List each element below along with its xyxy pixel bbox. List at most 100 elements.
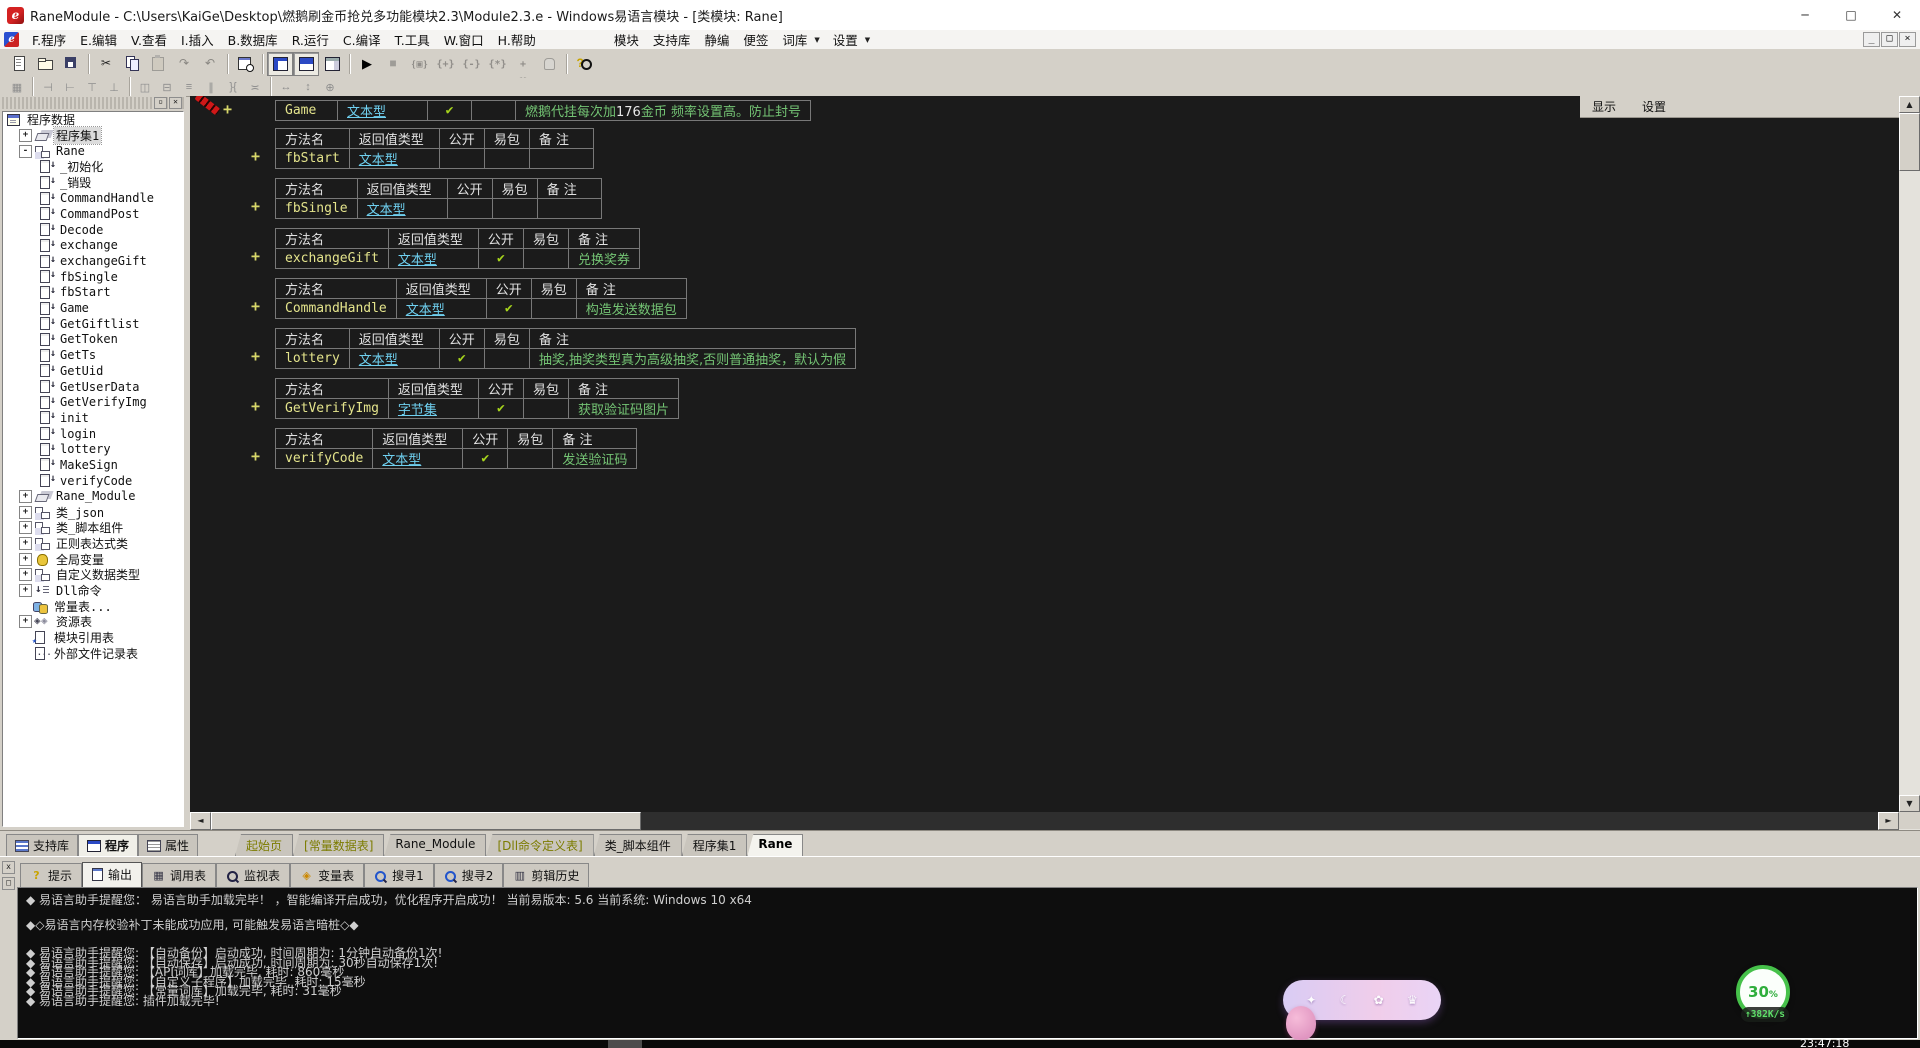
public-flag-cell[interactable]: ✔ — [485, 298, 532, 319]
tree-item[interactable]: fbStart — [3, 285, 183, 301]
output-tab[interactable]: ? 提示 — [20, 863, 83, 887]
return-type-cell[interactable]: 文本型 — [356, 198, 448, 219]
public-flag-cell[interactable] — [446, 198, 493, 219]
copy-icon[interactable] — [119, 52, 145, 76]
tree-item[interactable]: + 类_脚本组件 — [3, 520, 183, 536]
tree-item[interactable]: CommandPost — [3, 206, 183, 222]
comment-cell[interactable]: 抽奖,抽奖类型真为高级抽奖,否则普通抽奖，默认为假 — [528, 348, 857, 369]
snap-bottom-icon[interactable]: ⊥ — [103, 80, 125, 95]
center-v-icon[interactable]: ⊟ — [156, 80, 178, 95]
tree-item[interactable]: CommandHandle — [3, 190, 183, 206]
scroll-up-icon[interactable]: ▲ — [1899, 96, 1920, 113]
tree-item[interactable]: GetUid — [3, 363, 183, 379]
run-icon[interactable] — [354, 52, 380, 76]
tree-item[interactable]: fbSingle — [3, 269, 183, 285]
tree-item[interactable]: 模块引用表 — [3, 630, 183, 646]
tree-item[interactable]: + 类_json — [3, 504, 183, 520]
mdi-close-button[interactable]: × — [1899, 32, 1916, 47]
tree-item[interactable]: GetTs — [3, 347, 183, 363]
method-name-cell[interactable]: lottery — [275, 348, 350, 369]
output-close-icon[interactable]: x — [2, 861, 15, 874]
add-parameter-button[interactable]: + — [251, 449, 260, 464]
epackage-flag-cell[interactable] — [483, 348, 530, 369]
open-icon[interactable] — [32, 52, 58, 76]
tree-toggle-icon[interactable]: + — [19, 129, 32, 143]
menu-item[interactable]: V.查看 — [124, 29, 174, 50]
add-parameter-button[interactable]: + — [251, 399, 260, 414]
output-tab[interactable]: ◈ 变量表 — [290, 863, 365, 887]
return-type-cell[interactable]: 文本型 — [387, 248, 479, 269]
comment-cell[interactable] — [528, 148, 594, 169]
panel-tab[interactable]: 程序 — [78, 834, 139, 856]
minimize-button[interactable]: ─ — [1782, 0, 1828, 30]
return-type-cell[interactable]: 字节集 — [387, 398, 479, 419]
return-type-cell[interactable]: 文本型 — [337, 100, 428, 121]
redo-icon[interactable] — [171, 52, 197, 76]
output-tab[interactable]: 输出 — [82, 862, 143, 887]
tree-item[interactable]: + 程序集1 — [3, 126, 183, 146]
same-height-icon[interactable]: ∥ — [200, 80, 222, 95]
document-tab[interactable]: 类_脚本组件 — [593, 834, 682, 856]
method-name-cell[interactable]: Game — [275, 100, 338, 121]
vertical-scroll-thumb[interactable] — [1899, 113, 1920, 171]
menu-item[interactable]: C.编译 — [336, 29, 388, 50]
comment-cell[interactable]: 兑换奖券 — [567, 248, 640, 269]
pause-icon[interactable] — [536, 52, 562, 76]
add-parameter-button[interactable]: + — [251, 349, 260, 364]
ime-icon[interactable]: ☾ — [1340, 993, 1351, 1007]
mdi-minimize-button[interactable]: _ — [1863, 32, 1880, 47]
menu-item[interactable]: T.工具 — [388, 29, 437, 50]
epackage-flag-cell[interactable] — [471, 100, 516, 121]
help-find-icon[interactable] — [571, 52, 597, 76]
output-tab[interactable]: 搜寻1 — [364, 863, 434, 887]
ime-icon[interactable]: ♛ — [1407, 993, 1418, 1007]
tree-item[interactable]: + 资源表 — [3, 614, 183, 630]
add-parameter-button[interactable]: + — [223, 102, 232, 117]
tree-item[interactable]: GetVerifyImg — [3, 394, 183, 410]
debug-window-icon[interactable] — [406, 52, 432, 76]
menu-item[interactable]: B.数据库 — [221, 29, 285, 50]
panel-tab[interactable]: 支持库 — [6, 834, 79, 856]
menu-item[interactable]: 模块 — [607, 29, 646, 50]
output-dock-icon[interactable]: □ — [2, 877, 15, 890]
document-tab[interactable]: [Dll命令定义表] — [486, 834, 594, 856]
snap-top-icon[interactable]: ⊤ — [81, 80, 103, 95]
fit-height-icon[interactable]: ↕ — [297, 80, 319, 95]
method-name-cell[interactable]: fbStart — [275, 148, 350, 169]
method-name-cell[interactable]: fbSingle — [275, 198, 358, 219]
return-type-cell[interactable]: 文本型 — [348, 348, 440, 369]
editor-vertical-scrollbar[interactable]: ▲ ▼ — [1899, 96, 1920, 830]
comment-cell[interactable]: 发送验证码 — [552, 448, 638, 469]
menu-item[interactable]: I.插入 — [174, 29, 221, 50]
save-icon[interactable] — [58, 52, 84, 76]
comment-cell[interactable] — [536, 198, 602, 219]
tree-item[interactable]: Game — [3, 300, 183, 316]
fit-both-icon[interactable]: ⊕ — [319, 80, 341, 95]
add-parameter-button[interactable]: + — [251, 149, 260, 164]
tree-item[interactable]: login — [3, 426, 183, 442]
output-tab[interactable]: ▦ 调用表 — [142, 863, 217, 887]
tree-item[interactable]: + 正则表达式类 — [3, 536, 183, 552]
dropdown-arrow-icon[interactable]: ▼ — [865, 36, 876, 44]
public-flag-cell[interactable]: ✔ — [462, 448, 509, 469]
undo-icon[interactable] — [197, 52, 223, 76]
scroll-down-icon[interactable]: ▼ — [1899, 795, 1920, 812]
horizontal-scroll-thumb[interactable] — [211, 812, 641, 830]
step-out-icon[interactable] — [484, 52, 510, 76]
public-flag-cell[interactable]: ✔ — [477, 398, 524, 419]
public-flag-cell[interactable]: ✔ — [427, 100, 472, 121]
tree-item[interactable]: verifyCode — [3, 473, 183, 489]
comment-cell[interactable]: 获取验证码图片 — [567, 398, 679, 419]
tree-toggle-icon[interactable]: - — [19, 144, 32, 158]
tree-item[interactable]: + 全局变量 — [3, 551, 183, 567]
epackage-flag-cell[interactable] — [507, 448, 554, 469]
layout-left-icon[interactable] — [267, 51, 293, 76]
tree-toggle-icon[interactable]: + — [19, 583, 32, 597]
fit-width-icon[interactable]: ↔ — [275, 80, 297, 95]
ime-icon[interactable]: ✿ — [1374, 993, 1384, 1007]
space-v-icon[interactable]: ≍ — [244, 80, 266, 95]
tree-item[interactable]: MakeSign — [3, 457, 183, 473]
menu-item[interactable]: 静编 — [697, 29, 736, 50]
output-log[interactable]: ◆ 易语言助手提醒您： 易语言助手加载完毕！ ，智能编译开启成功，优化程序开启成… — [17, 887, 1918, 1039]
run-to-cursor-icon[interactable] — [510, 52, 536, 76]
